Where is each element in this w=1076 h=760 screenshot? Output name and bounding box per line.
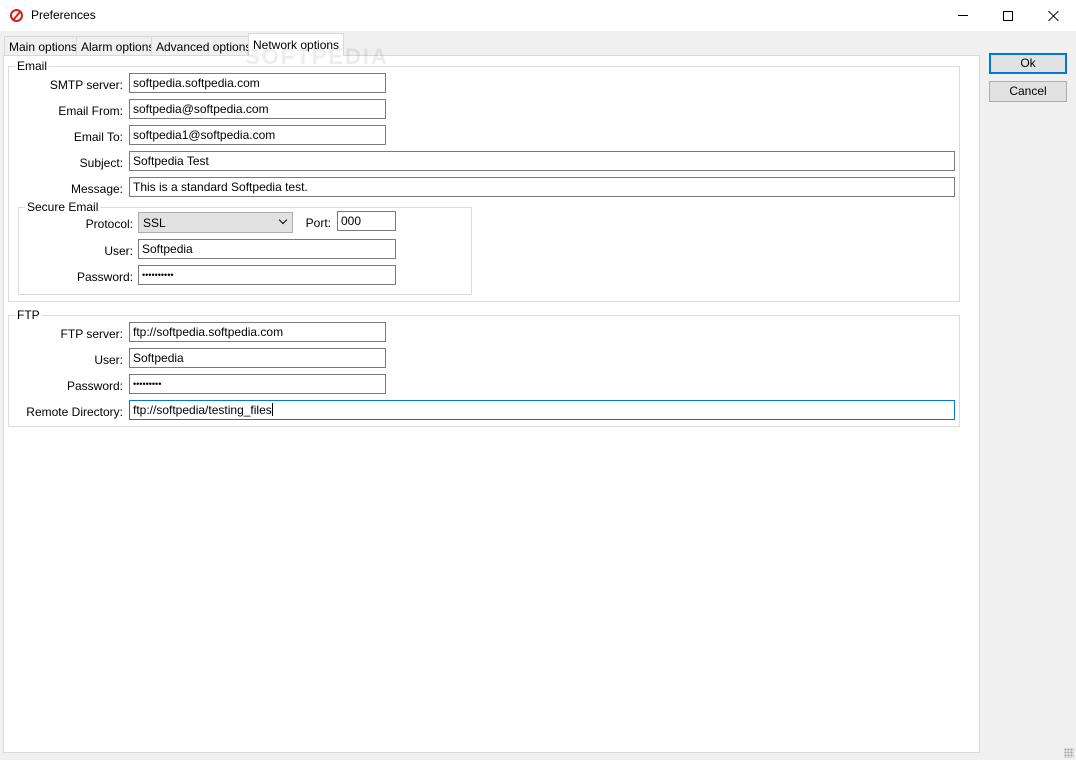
email-from-input[interactable]: softpedia@softpedia.com [129,99,386,119]
tab-network-options[interactable]: Network options [248,33,345,56]
email-to-input[interactable]: softpedia1@softpedia.com [129,125,386,145]
title-bar: Preferences [0,0,1076,31]
remote-directory-label: Remote Directory: [26,405,123,419]
smtp-server-label: SMTP server: [49,78,123,92]
protocol-label: Protocol: [85,217,133,231]
resize-grip-icon[interactable] [1064,748,1074,758]
email-to-label: Email To: [73,130,123,144]
secure-email-group: Secure Email Protocol: SSL Port: 000 Use… [18,200,472,295]
tab-panel-network-options: Email SMTP server: softpedia.softpedia.c… [3,55,980,753]
ftp-user-input[interactable]: Softpedia [129,348,386,368]
chevron-down-icon [278,215,288,225]
secure-password-input[interactable]: •••••••••• [138,265,396,285]
ftp-server-input[interactable]: ftp://softpedia.softpedia.com [129,322,386,342]
close-button[interactable] [1030,0,1076,31]
subject-input[interactable]: Softpedia Test [129,151,955,171]
secure-user-input[interactable]: Softpedia [138,239,396,259]
ftp-group-legend: FTP [15,308,42,322]
minimize-button[interactable] [940,0,986,31]
secure-password-label: Password: [76,270,133,284]
email-group: Email SMTP server: softpedia.softpedia.c… [8,59,960,302]
ok-button[interactable]: Ok [989,53,1067,74]
window-title: Preferences [31,8,96,22]
message-input[interactable]: This is a standard Softpedia test. [129,177,955,197]
cancel-button[interactable]: Cancel [989,81,1067,102]
remote-directory-input[interactable]: ftp://softpedia/testing_files [129,400,955,420]
email-group-legend: Email [15,59,50,73]
subject-label: Subject: [79,156,123,170]
smtp-server-input[interactable]: softpedia.softpedia.com [129,73,386,93]
port-input[interactable]: 000 [337,211,396,231]
close-icon [1047,10,1059,22]
ftp-server-label: FTP server: [60,327,123,341]
ftp-password-input[interactable]: ••••••••• [129,374,386,394]
secure-user-label: User: [104,244,133,258]
maximize-button[interactable] [985,0,1031,31]
ftp-user-label: User: [94,353,123,367]
tab-advanced-options[interactable]: Advanced options [151,36,257,55]
protocol-select[interactable]: SSL [138,212,293,233]
maximize-icon [1003,10,1013,21]
tab-alarm-options[interactable]: Alarm options [76,36,160,55]
email-from-label: Email From: [58,104,123,118]
port-label: Port: [305,216,331,230]
app-icon [10,9,23,22]
protocol-select-value: SSL [143,216,166,230]
message-label: Message: [70,182,123,196]
ftp-password-label: Password: [66,379,123,393]
tab-main-options[interactable]: Main options [4,36,83,55]
secure-email-group-legend: Secure Email [25,200,101,214]
minimize-icon [958,15,968,16]
ftp-group: FTP FTP server: ftp://softpedia.softpedi… [8,308,960,427]
remote-directory-value: ftp://softpedia/testing_files [133,403,272,417]
text-caret [271,403,273,416]
